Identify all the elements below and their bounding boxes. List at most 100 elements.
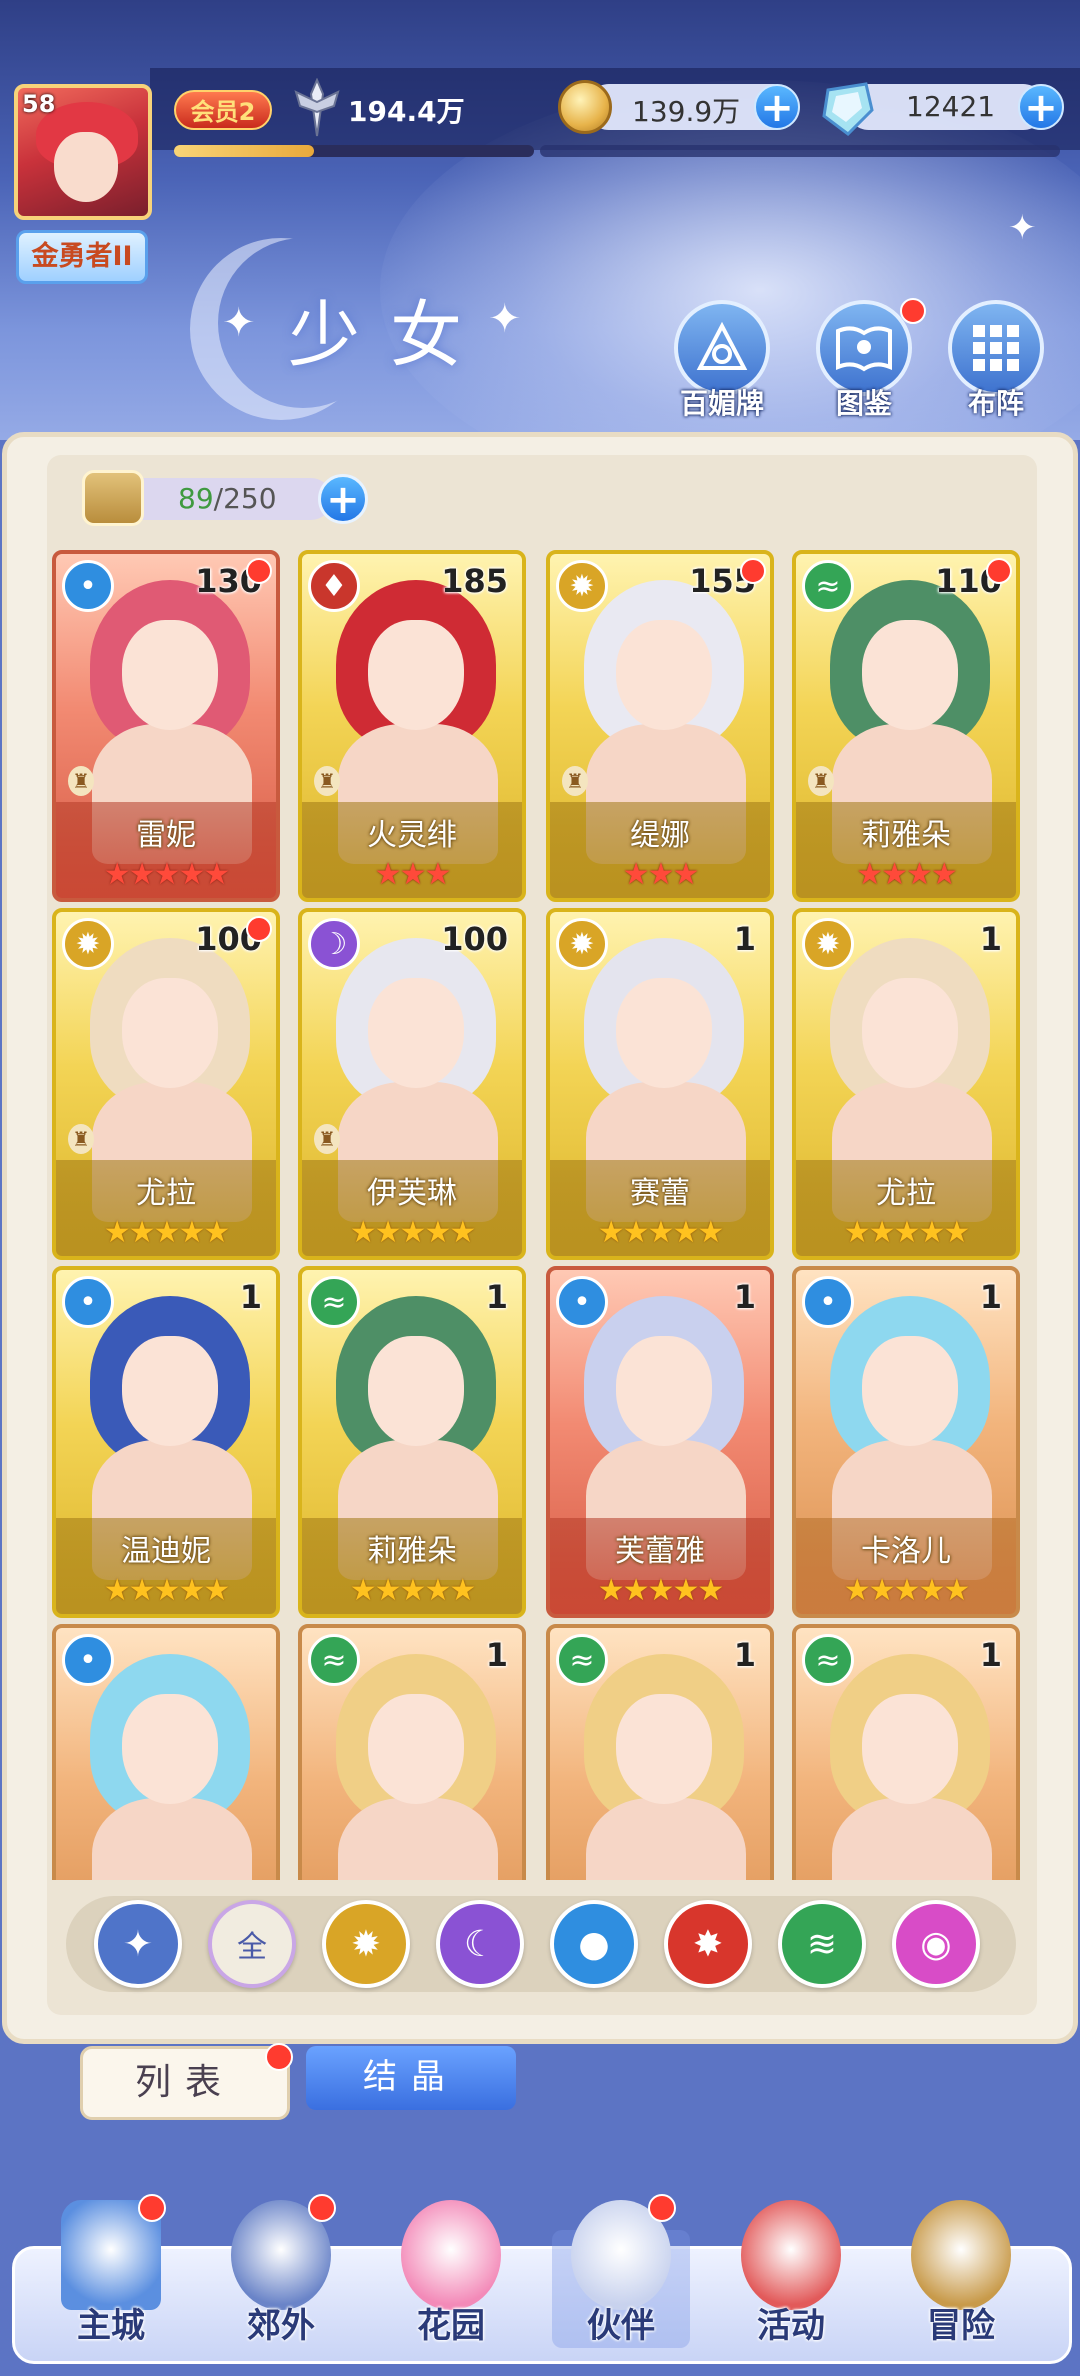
gem-counter: 12421 xyxy=(846,84,1046,130)
wind-element-icon: ≈ xyxy=(556,1634,608,1686)
character-card[interactable]: ≈1 xyxy=(298,1624,526,1880)
nav-gift-box[interactable]: 活动 xyxy=(716,2190,866,2370)
water-element-icon: • xyxy=(802,1276,854,1328)
nav-partner-portrait[interactable]: 伙伴 xyxy=(546,2190,696,2370)
filter-all-elements-icon[interactable]: ✦ xyxy=(94,1900,182,1988)
character-level: 1 xyxy=(485,1636,508,1674)
character-card[interactable]: ✹ 155 ♜ 缇娜 ★★★ xyxy=(546,550,774,902)
character-card[interactable]: ✹ 1 尤拉 ★★★★★ xyxy=(792,908,1020,1260)
nav-label: 伙伴 xyxy=(587,2306,655,2346)
star-rating: ★★★★★ xyxy=(796,1215,1016,1250)
star-icon: ★ xyxy=(918,1215,945,1250)
star-icon: ★ xyxy=(672,1573,699,1608)
formation-button[interactable]: 布阵 xyxy=(940,300,1052,422)
nav-castle[interactable]: 主城 xyxy=(36,2190,186,2370)
star-icon: ★ xyxy=(868,1573,896,1608)
star-icon: ★ xyxy=(856,857,883,892)
roster-bag-icon xyxy=(82,470,144,526)
character-level: 1 xyxy=(239,1278,262,1316)
character-grid[interactable]: • 130 ♜ 雷妮 ★★★★★ ♦ 185 ♜ 火灵绯 ★★★ ✹ 155 ♜ 缇娜 ★★★ ≈110 ♜ 莉雅… xyxy=(52,550,1032,1880)
expand-capacity-button[interactable]: + xyxy=(318,474,368,524)
nav-compass[interactable]: 冒险 xyxy=(886,2190,1036,2370)
star-icon: ★ xyxy=(203,1573,230,1608)
deployed-pawn-icon: ♜ xyxy=(68,766,94,796)
character-name: 芙蕾雅 xyxy=(615,1534,705,1569)
character-level: 1 xyxy=(979,1636,1002,1674)
codex-label: 图鉴 xyxy=(835,387,892,420)
character-level: 100 xyxy=(441,920,508,958)
star-rating: ★★★★★ xyxy=(550,1215,770,1250)
nav-portal[interactable]: 郊外 xyxy=(206,2190,356,2370)
character-card[interactable]: ♦ 185 ♜ 火灵绯 ★★★ xyxy=(298,550,526,902)
add-coins-button[interactable]: + xyxy=(754,84,800,130)
capacity-max: /250 xyxy=(213,482,277,515)
compass-icon xyxy=(911,2200,1011,2310)
wind-element-icon: ≈ xyxy=(802,1634,854,1686)
tab-crystal-label: 结晶 xyxy=(363,2057,459,2097)
star-icon: ★ xyxy=(424,857,451,892)
star-rating: ★★★ xyxy=(550,857,770,892)
character-card[interactable]: ✹ 100 ♜ 尤拉 ★★★★★ xyxy=(52,908,280,1260)
rank-title-badge[interactable]: 金勇者II xyxy=(16,230,148,284)
experience-fill xyxy=(174,145,315,157)
character-card[interactable]: ≈110 ♜ 莉雅朵 ★★★★ xyxy=(792,550,1020,902)
filter-light-icon[interactable]: ✹ xyxy=(322,1900,410,1988)
filter-special-icon[interactable]: ◉ xyxy=(892,1900,980,1988)
filter-fire-icon[interactable]: ✸ xyxy=(664,1900,752,1988)
filter-wind-icon[interactable]: ≋ xyxy=(778,1900,866,1988)
star-icon: ★ xyxy=(893,1215,921,1250)
character-card[interactable]: • 1 芙蕾雅 ★★★★★ xyxy=(546,1266,774,1618)
star-icon: ★ xyxy=(843,1573,871,1608)
star-icon: ★ xyxy=(622,1573,650,1608)
star-rating: ★★★★ xyxy=(796,857,1016,892)
light-element-icon: ✹ xyxy=(62,918,114,970)
character-level: 1 xyxy=(733,920,756,958)
nav-heart-garden[interactable]: 花园 xyxy=(376,2190,526,2370)
star-icon: ★ xyxy=(449,1215,476,1250)
character-card[interactable]: ≈1 xyxy=(546,1624,774,1880)
character-card[interactable]: ≈1 xyxy=(792,1624,1020,1880)
nav-label: 花园 xyxy=(417,2306,485,2346)
character-level: 1 xyxy=(485,1278,508,1316)
sparkle-icon: ✦ xyxy=(488,296,522,342)
character-name: 尤拉 xyxy=(136,1176,196,1211)
star-icon: ★ xyxy=(647,1215,675,1250)
character-card[interactable]: ≈1 莉雅朵 ★★★★★ xyxy=(298,1266,526,1618)
character-card[interactable]: • 130 ♜ 雷妮 ★★★★★ xyxy=(52,550,280,902)
star-icon: ★ xyxy=(918,1573,945,1608)
character-name: 赛蕾 xyxy=(630,1176,690,1211)
dark-element-icon: ☽ xyxy=(308,918,360,970)
star-icon: ★ xyxy=(399,1573,427,1608)
card-deck-button[interactable]: 百媚牌 xyxy=(666,300,778,422)
star-icon: ★ xyxy=(697,1215,724,1250)
fire-element-icon: ♦ xyxy=(308,560,360,612)
player-level: 58 xyxy=(22,90,56,118)
add-gems-button[interactable]: + xyxy=(1018,84,1064,130)
capacity-current: 89 xyxy=(178,482,214,515)
nav-label: 郊外 xyxy=(247,2306,315,2346)
star-icon: ★ xyxy=(843,1215,871,1250)
player-avatar[interactable]: 58 xyxy=(14,84,152,220)
character-name: 伊芙琳 xyxy=(367,1176,457,1211)
deployed-pawn-icon: ♜ xyxy=(314,766,340,796)
vip-badge[interactable]: 会员2 xyxy=(174,90,272,130)
character-card[interactable]: • 1 卡洛儿 ★★★★★ xyxy=(792,1266,1020,1618)
star-icon: ★ xyxy=(178,1573,205,1608)
character-card[interactable]: ☽ 100 ♜ 伊芙琳 ★★★★★ xyxy=(298,908,526,1260)
tab-crystal[interactable]: 结晶 xyxy=(306,2046,516,2110)
star-rating: ★★★★★ xyxy=(56,1215,276,1250)
character-card[interactable]: • 1 温迪妮 ★★★★★ xyxy=(52,1266,280,1618)
character-card[interactable]: ✹ 1 赛蕾 ★★★★★ xyxy=(546,908,774,1260)
filter-all-label: 全 xyxy=(237,1930,267,1965)
water-element-icon: • xyxy=(62,1634,114,1686)
filter-water-icon[interactable]: ● xyxy=(550,1900,638,1988)
filter-all-button[interactable]: 全 xyxy=(208,1900,296,1988)
deployed-pawn-icon: ♜ xyxy=(808,766,834,796)
codex-button[interactable]: 图鉴 xyxy=(808,298,926,422)
gift-box-icon xyxy=(741,2200,841,2310)
character-card[interactable]: • xyxy=(52,1624,280,1880)
character-name: 雷妮 xyxy=(136,818,196,853)
filter-dark-icon[interactable]: ☾ xyxy=(436,1900,524,1988)
tab-list[interactable]: 列表 xyxy=(80,2043,293,2120)
star-icon: ★ xyxy=(153,1215,181,1250)
